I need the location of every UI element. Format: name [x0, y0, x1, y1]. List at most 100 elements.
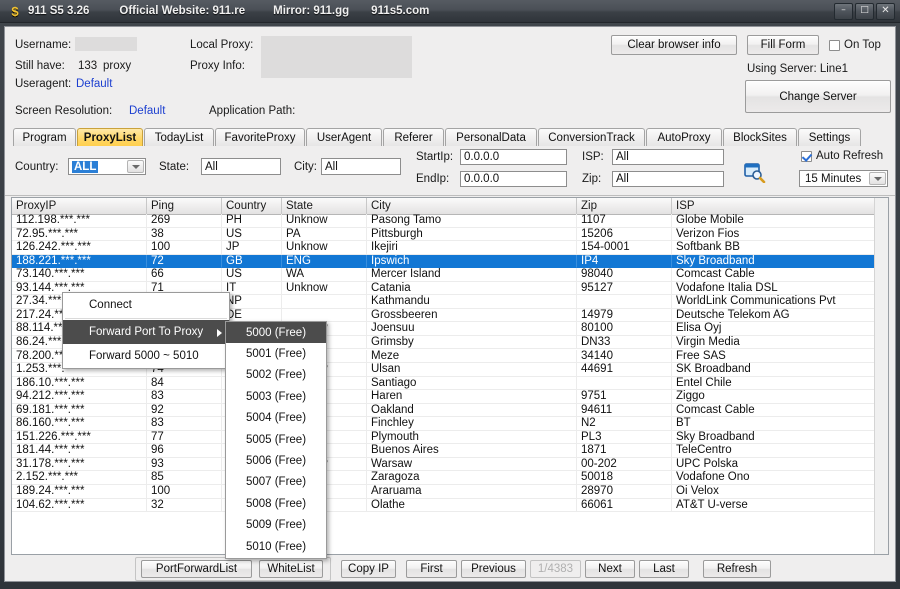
tab-conversiontrack[interactable]: ConversionTrack: [538, 128, 645, 146]
submenu-item-port[interactable]: 5002 (Free): [226, 365, 326, 386]
submenu-item-port[interactable]: 5003 (Free): [226, 386, 326, 407]
table-row[interactable]: 86.160.***.***83GBENGFinchleyN2BT: [12, 417, 888, 431]
previous-button[interactable]: Previous: [461, 560, 526, 578]
chevron-down-icon[interactable]: [127, 160, 144, 173]
cell-zip: 50018: [577, 471, 672, 485]
refresh-button[interactable]: Refresh: [703, 560, 771, 578]
still-have-unit: proxy: [103, 60, 132, 72]
table-row[interactable]: 189.24.***.***100BRAraruama28970Oi Velox: [12, 485, 888, 499]
tab-referer[interactable]: Referer: [383, 128, 444, 146]
submenu-item-port[interactable]: 5004 (Free): [226, 408, 326, 429]
proxy-info-box[interactable]: [261, 36, 412, 78]
table-row[interactable]: 72.95.***.*** 38 US PA Pittsburgh 15206 Verizo…: [12, 227, 888, 242]
tab-bar: Program ProxyList TodayList FavoriteProxy Us…: [5, 127, 895, 148]
local-proxy-label: Local Proxy:: [190, 39, 254, 51]
table-row[interactable]: 104.62.***.***32USOlathe66061AT&T U-vers…: [12, 498, 888, 513]
fill-form-button[interactable]: Fill Form: [747, 35, 819, 55]
port-submenu[interactable]: 5000 (Free) 5001 (Free) 5002 (Free) 5003 (F…: [225, 321, 327, 560]
submenu-item-port[interactable]: 5010 (Free): [226, 536, 326, 557]
first-button[interactable]: First: [406, 560, 457, 578]
state-input[interactable]: All: [201, 158, 281, 175]
username-field[interactable]: [75, 37, 137, 51]
cell-ping: 83: [147, 417, 222, 431]
tab-todaylist[interactable]: TodayList: [144, 128, 214, 146]
coin-icon: $: [11, 3, 19, 19]
maximize-button[interactable]: □: [855, 3, 874, 20]
next-button[interactable]: Next: [585, 560, 635, 578]
submenu-item-port[interactable]: 5007 (Free): [226, 472, 326, 493]
cell-country: US: [222, 227, 282, 242]
startip-input[interactable]: 0.0.0.0: [460, 149, 567, 165]
change-server-button[interactable]: Change Server: [745, 80, 891, 113]
column-header-state[interactable]: State: [282, 198, 367, 214]
screen-resolution-value[interactable]: Default: [129, 105, 165, 117]
context-menu[interactable]: Connect Forward Port To Proxy Forward 5000…: [62, 292, 230, 369]
table-row[interactable]: 151.226.***.***77GBENGPlymouthPL3Sky Bro…: [12, 430, 888, 445]
tab-proxylist[interactable]: ProxyList: [77, 128, 143, 146]
tab-favoriteproxy[interactable]: FavoriteProxy: [215, 128, 305, 146]
on-top-checkbox[interactable]: On Top: [829, 39, 881, 51]
port-forward-list-button[interactable]: PortForwardList: [141, 560, 252, 578]
submenu-item-port[interactable]: 5009 (Free): [226, 515, 326, 536]
white-list-button[interactable]: WhiteList: [259, 560, 323, 578]
table-row[interactable]: 69.181.***.***92USCAOakland94611Comcast …: [12, 403, 888, 418]
cell-proxyip: 186.10.***.***: [12, 376, 147, 391]
column-header-city[interactable]: City: [367, 198, 577, 214]
proxy-table[interactable]: ProxyIP Ping Country State City Zip ISP 112.19…: [11, 197, 889, 555]
cell-isp: Ziggo: [672, 390, 876, 404]
menu-item-forward-port-to-proxy[interactable]: Forward Port To Proxy: [63, 320, 229, 344]
auto-refresh-checkbox[interactable]: Auto Refresh: [801, 150, 883, 162]
submenu-item-port[interactable]: 5005 (Free): [226, 429, 326, 450]
cell-country: PH: [222, 214, 282, 228]
column-header-isp[interactable]: ISP: [672, 198, 876, 214]
column-header-ping[interactable]: Ping: [147, 198, 222, 214]
submenu-item-port[interactable]: 5001 (Free): [226, 343, 326, 364]
tab-autoproxy[interactable]: AutoProxy: [646, 128, 722, 146]
country-select[interactable]: ALL: [68, 158, 146, 175]
cell-city: Oakland: [367, 403, 577, 418]
tab-settings[interactable]: Settings: [798, 128, 861, 146]
tab-program[interactable]: Program: [13, 128, 76, 146]
submenu-item-port[interactable]: 5006 (Free): [226, 450, 326, 471]
tab-useragent[interactable]: UserAgent: [306, 128, 382, 146]
useragent-value[interactable]: Default: [76, 78, 112, 90]
table-row[interactable]: 186.10.***.***84CLSantiagoEntel Chile: [12, 376, 888, 391]
chevron-down-icon[interactable]: [869, 172, 886, 185]
search-icon[interactable]: [744, 163, 766, 184]
table-row[interactable]: 112.198.***.*** 269 PH Unknow Pasong Tamo 110…: [12, 214, 888, 228]
column-header-country[interactable]: Country: [222, 198, 282, 214]
zip-input[interactable]: All: [612, 171, 724, 187]
endip-input[interactable]: 0.0.0.0: [460, 171, 567, 187]
last-button[interactable]: Last: [639, 560, 689, 578]
cell-country: JP: [222, 241, 282, 255]
isp-input[interactable]: All: [612, 149, 724, 165]
minimize-button[interactable]: –: [834, 3, 853, 20]
table-vertical-scrollbar[interactable]: [874, 198, 888, 554]
table-row[interactable]: 31.178.***.***93PLUnknowWarsaw00-202UPC …: [12, 457, 888, 472]
table-row[interactable]: 126.242.***.*** 100 JP Unknow Ikejiri 154-000…: [12, 241, 888, 255]
city-input[interactable]: All: [321, 158, 401, 175]
refresh-interval-select[interactable]: 15 Minutes: [799, 170, 888, 187]
table-row[interactable]: 94.212.***.***83NLHaren9751Ziggo: [12, 390, 888, 404]
tab-blocksites[interactable]: BlockSites: [723, 128, 797, 146]
cell-zip: 00-202: [577, 457, 672, 472]
close-button[interactable]: ✕: [876, 3, 895, 20]
cell-zip: N2: [577, 417, 672, 431]
cell-proxyip: 104.62.***.***: [12, 498, 147, 513]
submenu-item-port[interactable]: 5000 (Free): [226, 322, 326, 344]
column-header-proxyip[interactable]: ProxyIP: [12, 198, 147, 214]
menu-item-forward-5000-5010[interactable]: Forward 5000 ~ 5010: [63, 344, 229, 368]
table-row[interactable]: 181.44.***.***96ARBuenos Aires1871TeleCe…: [12, 444, 888, 458]
cell-city: Pittsburgh: [367, 227, 577, 242]
submenu-item-port[interactable]: 5008 (Free): [226, 493, 326, 514]
table-row[interactable]: 2.152.***.***85ESZaragoza50018Vodafone O…: [12, 471, 888, 485]
table-row[interactable]: 188.221.***.*** 72 GB ENG Ipswich IP4 Sky Broa…: [12, 254, 888, 269]
cell-isp: Globe Mobile: [672, 214, 876, 228]
tab-personaldata[interactable]: PersonalData: [445, 128, 537, 146]
cell-zip: 34140: [577, 349, 672, 364]
clear-browser-info-button[interactable]: Clear browser info: [611, 35, 737, 55]
table-row[interactable]: 73.140.***.*** 66 US WA Mercer Island 98040 Co…: [12, 268, 888, 282]
menu-item-connect[interactable]: Connect: [63, 293, 229, 317]
copy-ip-button[interactable]: Copy IP: [341, 560, 396, 578]
column-header-zip[interactable]: Zip: [577, 198, 672, 214]
